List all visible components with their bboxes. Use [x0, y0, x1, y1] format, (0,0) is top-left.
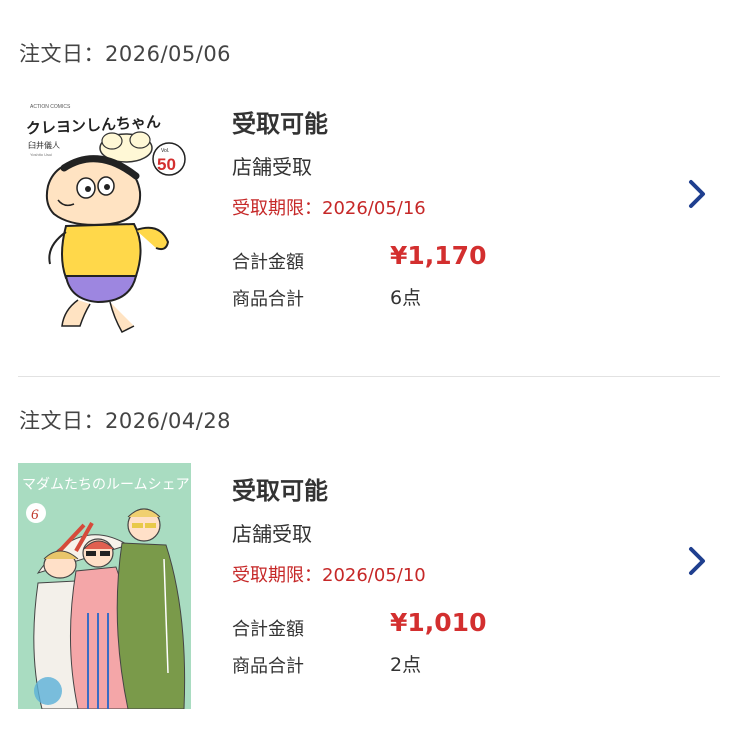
order-date: 注文日：2026/04/28 [19, 409, 232, 433]
total-label: 合計金額 [232, 619, 304, 640]
order-card[interactable]: 注文日：2026/04/28 マダムたちのルームシェア 6 受取可能 店舗受取 … [0, 377, 740, 740]
cover-volume: 6 [31, 507, 39, 523]
item-count-label: 商品合計 [232, 289, 304, 310]
book-cover-image[interactable]: マダムたちのルームシェア 6 [18, 463, 191, 709]
book-cover-image[interactable]: ACTION COMICS クレヨンしんちゃん 臼井儀人 Yoshito Usu… [18, 96, 191, 342]
item-count: 2点 [390, 654, 422, 676]
order-status: 受取可能 [232, 477, 328, 505]
pickup-method: 店舗受取 [232, 155, 312, 179]
total-label: 合計金額 [232, 252, 304, 273]
cover-publisher: ACTION COMICS [30, 104, 71, 110]
cover-author: 臼井儀人 [28, 140, 60, 150]
cover-volume-prefix: Vol. [161, 148, 169, 154]
pickup-method: 店舗受取 [232, 522, 312, 546]
order-status: 受取可能 [232, 110, 328, 138]
chevron-right-icon[interactable] [684, 178, 710, 210]
cover-volume: 50 [157, 155, 176, 174]
order-card[interactable]: 注文日：2026/05/06 ACTION COMICS クレヨンしんちゃん 臼… [0, 0, 740, 376]
total-amount: ¥1,010 [390, 608, 487, 637]
pickup-deadline: 受取期限：2026/05/10 [232, 565, 426, 586]
total-amount: ¥1,170 [390, 241, 487, 270]
cover-title: マダムたちのルームシェア [22, 477, 190, 493]
chevron-right-icon[interactable] [684, 545, 710, 577]
order-date: 注文日：2026/05/06 [19, 42, 232, 66]
item-count: 6点 [390, 287, 422, 309]
cover-author-romaji: Yoshito Usui [30, 152, 52, 157]
pickup-deadline: 受取期限：2026/05/16 [232, 198, 426, 219]
item-count-label: 商品合計 [232, 656, 304, 677]
